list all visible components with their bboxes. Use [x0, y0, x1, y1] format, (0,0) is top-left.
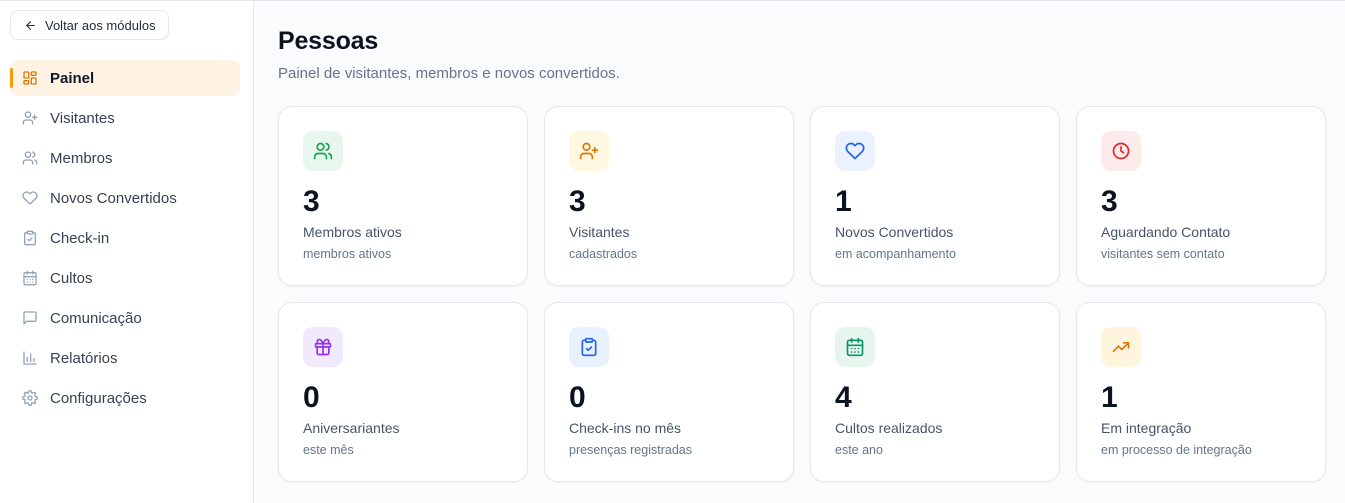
page-title: Pessoas — [278, 27, 379, 55]
sidebar-item-configuracoes[interactable]: Configurações — [10, 380, 240, 416]
stat-card-aguardando-contato[interactable]: 3 Aguardando Contato visitantes sem cont… — [1076, 106, 1326, 286]
heart-icon — [22, 190, 38, 206]
stat-value: 3 — [303, 185, 320, 218]
sidebar-item-label: Novos Convertidos — [50, 189, 177, 207]
stat-value: 4 — [835, 381, 852, 414]
stat-description: este ano — [835, 443, 883, 457]
clipboard-check-icon — [22, 230, 38, 246]
calendar-icon — [22, 270, 38, 286]
sidebar: Voltar aos módulos Painel Visitantes Mem… — [0, 1, 254, 503]
arrow-left-icon — [26, 20, 35, 30]
stat-description: em processo de integração — [1101, 443, 1252, 457]
stat-card-em-integracao[interactable]: 1 Em integração em processo de integraçã… — [1076, 302, 1326, 482]
stat-card-aniversariantes[interactable]: 0 Aniversariantes este mês — [278, 302, 528, 482]
gift-icon — [303, 327, 343, 367]
stat-description: em acompanhamento — [835, 247, 956, 261]
heart-icon — [835, 131, 875, 171]
gear-icon — [22, 390, 38, 406]
clock-icon — [1101, 131, 1141, 171]
sidebar-item-novos-convertidos[interactable]: Novos Convertidos — [10, 180, 240, 216]
page-subtitle: Painel de visitantes, membros e novos co… — [278, 65, 620, 82]
sidebar-item-label: Configurações — [50, 389, 147, 407]
stat-label: Visitantes — [569, 224, 630, 240]
stat-card-cultos-realizados[interactable]: 4 Cultos realizados este ano — [810, 302, 1060, 482]
dashboard-icon — [22, 70, 38, 86]
sidebar-item-label: Membros — [50, 149, 113, 167]
stat-value: 0 — [303, 381, 320, 414]
user-plus-icon — [569, 131, 609, 171]
stat-label: Membros ativos — [303, 224, 402, 240]
stat-card-check-ins[interactable]: 0 Check-ins no mês presenças registradas — [544, 302, 794, 482]
stat-label: Cultos realizados — [835, 420, 943, 436]
sidebar-item-visitantes[interactable]: Visitantes — [10, 100, 240, 136]
sidebar-item-relatorios[interactable]: Relatórios — [10, 340, 240, 376]
stat-value: 0 — [569, 381, 586, 414]
stat-description: visitantes sem contato — [1101, 247, 1225, 261]
sidebar-item-label: Check-in — [50, 229, 110, 247]
sidebar-item-label: Painel — [50, 69, 95, 87]
calendar-icon — [835, 327, 875, 367]
sidebar-item-painel[interactable]: Painel — [10, 60, 240, 96]
bar-chart-icon — [22, 350, 38, 366]
back-button-label: Voltar aos módulos — [45, 17, 156, 33]
sidebar-item-check-in[interactable]: Check-in — [10, 220, 240, 256]
stat-label: Aniversariantes — [303, 420, 400, 436]
stat-card-membros-ativos[interactable]: 3 Membros ativos membros ativos — [278, 106, 528, 286]
stat-description: cadastrados — [569, 247, 638, 261]
stat-value: 1 — [835, 185, 852, 218]
sidebar-item-cultos[interactable]: Cultos — [10, 260, 240, 296]
stat-label: Check-ins no mês — [569, 420, 682, 436]
sidebar-nav: Painel Visitantes Membros Novos Converti… — [10, 60, 240, 416]
stat-label: Novos Convertidos — [835, 224, 954, 240]
app-shell: Voltar aos módulos Painel Visitantes Mem… — [0, 0, 1345, 503]
sidebar-item-label: Relatórios — [50, 349, 118, 367]
sidebar-item-label: Visitantes — [50, 109, 115, 127]
stat-card-novos-convertidos[interactable]: 1 Novos Convertidos em acompanhamento — [810, 106, 1060, 286]
stat-description: membros ativos — [303, 247, 392, 261]
stats-grid: 3 Membros ativos membros ativos 3 Visita… — [278, 106, 1326, 482]
stat-description: presenças registradas — [569, 443, 692, 457]
sidebar-item-label: Comunicação — [50, 309, 142, 327]
sidebar-item-comunicacao[interactable]: Comunicação — [10, 300, 240, 336]
stat-value: 3 — [1101, 185, 1118, 218]
stat-card-visitantes[interactable]: 3 Visitantes cadastrados — [544, 106, 794, 286]
users-icon — [303, 131, 343, 171]
stat-description: este mês — [303, 443, 354, 457]
users-icon — [22, 150, 38, 166]
main-content: Pessoas Painel de visitantes, membros e … — [254, 1, 1345, 503]
stat-value: 3 — [569, 185, 586, 218]
stat-label: Em integração — [1101, 420, 1192, 436]
sidebar-item-label: Cultos — [50, 269, 93, 287]
trending-up-icon — [1101, 327, 1141, 367]
user-plus-icon — [22, 110, 38, 126]
clipboard-check-icon — [569, 327, 609, 367]
back-to-modules-button[interactable]: Voltar aos módulos — [10, 10, 169, 40]
stat-value: 1 — [1101, 381, 1118, 414]
sidebar-item-membros[interactable]: Membros — [10, 140, 240, 176]
stat-label: Aguardando Contato — [1101, 224, 1231, 240]
message-icon — [22, 310, 38, 326]
